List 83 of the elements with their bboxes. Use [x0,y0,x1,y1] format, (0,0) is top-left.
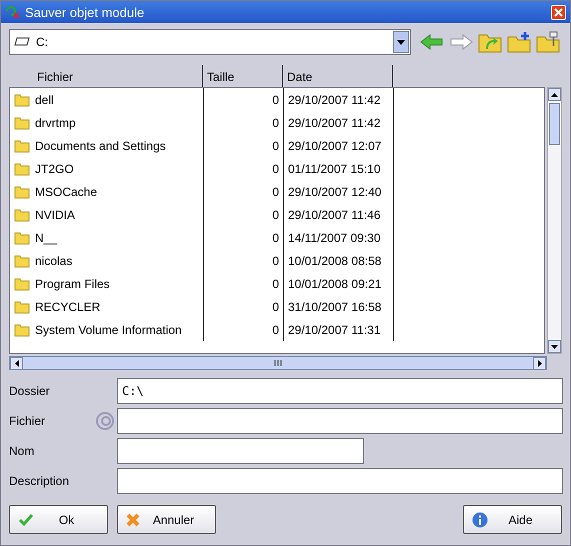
file-name[interactable]: drvrtmp [35,116,76,130]
file-size: 0 [272,116,279,130]
close-icon [554,8,563,16]
scroll-up-button[interactable] [548,88,561,101]
scroll-right-button[interactable] [533,356,546,370]
input-field[interactable] [117,408,563,434]
drive-dropdown[interactable]: C: [9,29,411,55]
file-size: 0 [272,230,279,244]
folder-icon [14,162,30,176]
scroll-thumb[interactable] [549,103,560,145]
dropdown-button[interactable] [393,31,409,53]
file-name[interactable]: dell [35,92,54,106]
folder-icon [14,184,30,198]
info-icon [472,512,488,528]
new-folder-button[interactable] [506,29,532,55]
input-field[interactable] [117,438,364,464]
file-name[interactable]: nicolas [35,254,72,268]
cancel-button[interactable]: Annuler [117,505,216,534]
field-label: Fichier [9,414,46,428]
folder-icon [14,254,30,268]
ok-button[interactable]: Ok [9,505,108,534]
file-date: 01/11/2007 15:10 [288,162,381,176]
input-field[interactable]: C:\ [117,378,563,404]
file-date: 29/10/2007 12:40 [288,184,382,198]
folder-icon [14,276,30,290]
file-name[interactable]: RECYCLER [35,300,100,314]
file-size: 0 [272,276,279,290]
help-button[interactable]: Aide [463,505,562,534]
window-title: Sauver objet module [25,4,146,20]
file-size: 0 [272,322,279,336]
file-name[interactable]: MSOCache [35,184,98,198]
file-size: 0 [272,300,279,314]
folder-icon [14,322,30,336]
file-date: 29/10/2007 11:46 [288,208,381,222]
folder-pin-button[interactable] [535,29,561,55]
left-arrow-icon [14,360,18,366]
folder-icon [14,92,30,106]
folder-icon [14,230,30,244]
file-name[interactable]: Program Files [35,276,110,290]
file-date: 10/01/2008 08:58 [288,254,382,268]
caret-icon [397,40,405,44]
file-date: 31/10/2007 16:58 [288,300,382,314]
file-size: 0 [272,184,279,198]
input-field[interactable] [117,468,563,494]
folder-icon [14,138,30,152]
up-arrow-icon [551,92,558,96]
folder-icon [14,300,30,314]
file-date: 29/10/2007 12:07 [288,138,382,152]
field-label: Dossier [9,384,50,398]
horizontal-scrollbar[interactable] [9,356,547,370]
drive-icon [14,37,30,47]
field-label: Nom [9,444,34,458]
file-size: 0 [272,138,279,152]
file-date: 29/10/2007 11:42 [288,116,381,130]
app-icon [5,5,21,19]
file-name[interactable]: JT2GO [35,162,74,176]
grip-icon [274,360,282,366]
scroll-down-button[interactable] [548,340,561,353]
vertical-scrollbar[interactable] [547,87,562,354]
folder-icon [14,116,30,130]
column-header[interactable]: Taille [207,70,234,84]
check-icon [18,512,34,526]
file-date: 29/10/2007 11:42 [288,92,381,106]
file-name[interactable]: N__ [35,230,58,244]
file-date: 10/01/2008 09:21 [288,276,382,290]
file-date: 14/11/2007 09:30 [288,230,381,244]
field-label: Description [9,474,70,488]
right-arrow-icon [538,360,542,366]
column-header[interactable]: Date [287,70,312,84]
file-size: 0 [272,254,279,268]
down-arrow-icon [551,344,558,348]
file-size: 0 [272,162,279,176]
cross-icon [126,512,140,526]
file-size: 0 [272,208,279,222]
file-name[interactable]: Documents and Settings [35,138,166,152]
file-name[interactable]: NVIDIA [35,208,76,222]
close-button[interactable] [551,4,566,20]
file-date: 29/10/2007 11:31 [288,322,381,336]
file-size: 0 [272,92,279,106]
file-name[interactable]: System Volume Information [35,322,182,336]
column-header[interactable]: Fichier [13,70,74,84]
folder-icon [14,208,30,222]
scroll-left-button[interactable] [10,356,23,370]
